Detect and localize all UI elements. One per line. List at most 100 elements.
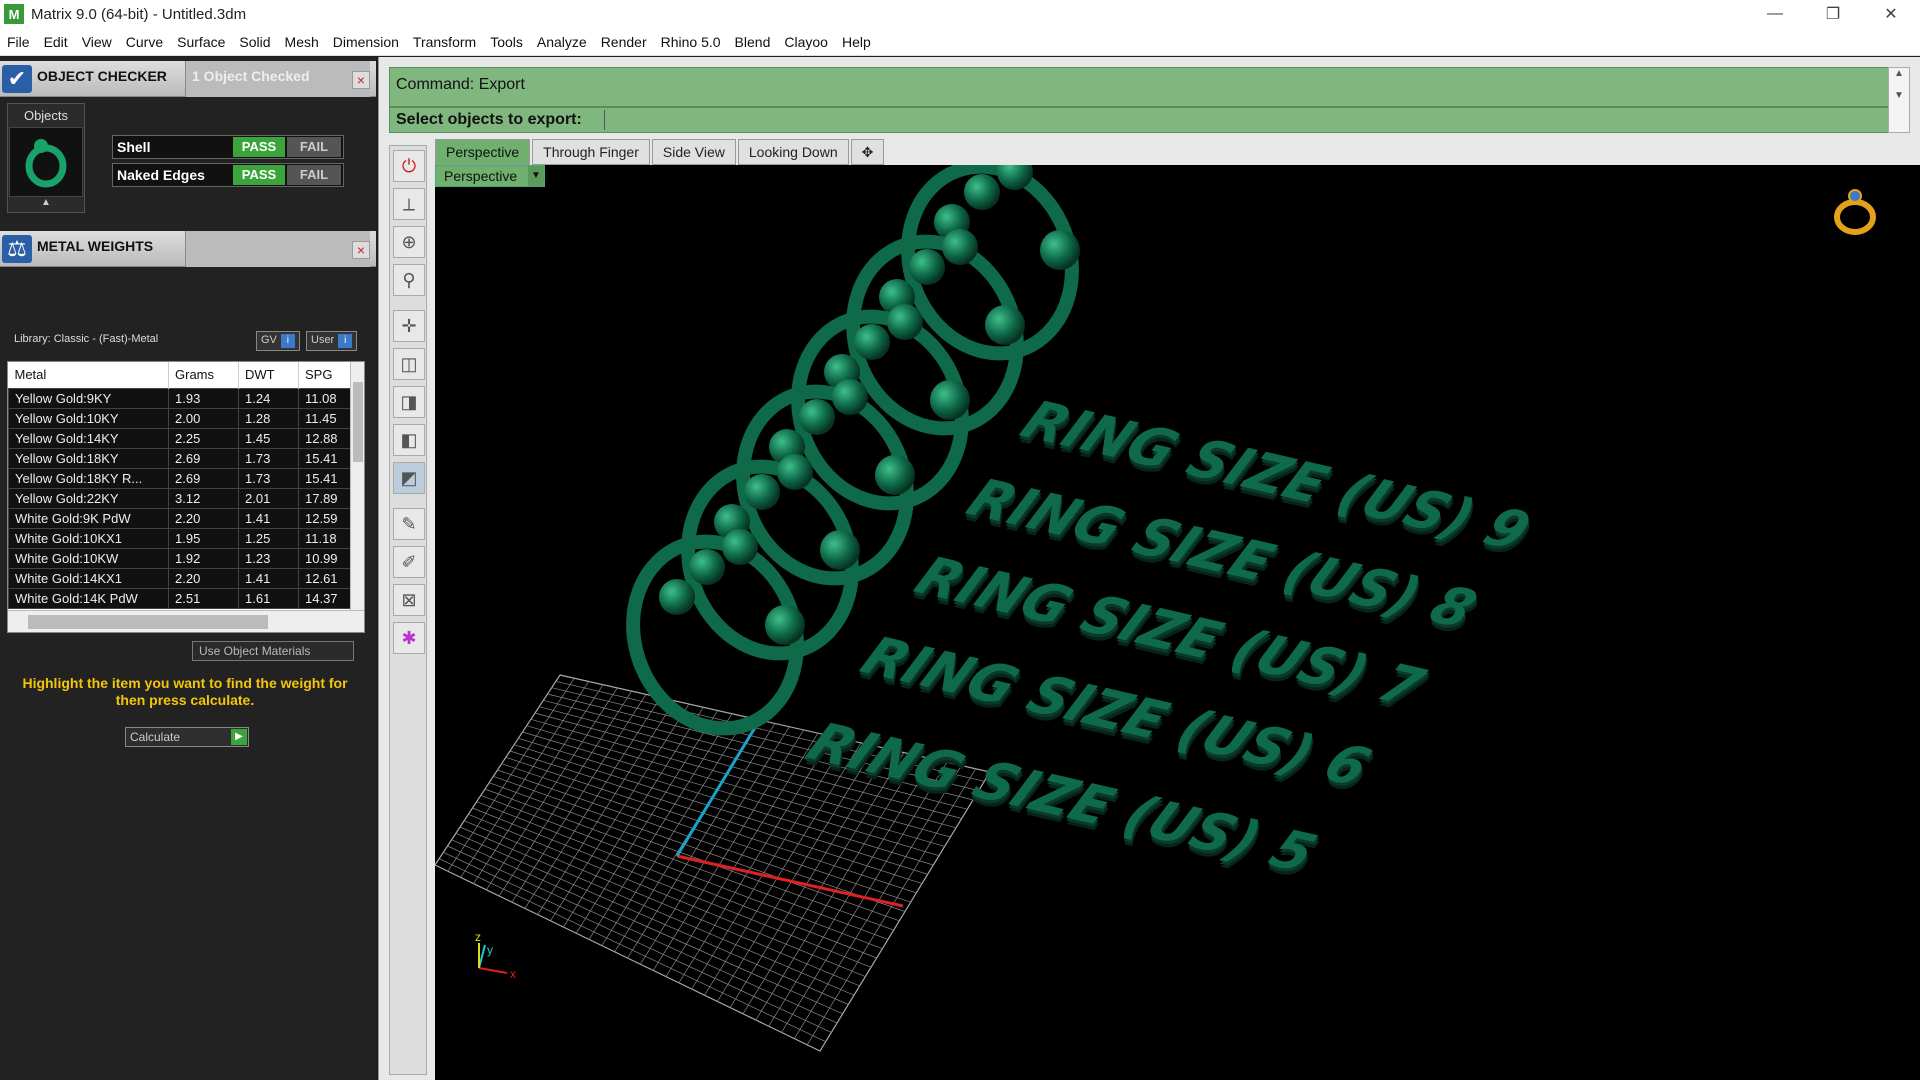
title-bar: M Matrix 9.0 (64-bit) - Untitled.3dm — ❐… (0, 0, 1920, 28)
table-row[interactable]: White Gold:10KW 1.92 1.23 10.99 (8, 547, 353, 569)
table-cell: Yellow Gold:9KY (8, 387, 169, 409)
left-panel: ✔ OBJECT CHECKER 1 Object Checked × Obje… (0, 57, 376, 1080)
tab-through-finger[interactable]: Through Finger (532, 139, 650, 165)
menu-file[interactable]: File (0, 34, 37, 50)
table-row[interactable]: White Gold:14K PdW 2.51 1.61 14.37 (8, 587, 353, 609)
table-cell: 12.61 (298, 567, 353, 589)
command-input[interactable] (604, 110, 1884, 130)
ring-bead (985, 305, 1025, 345)
table-row[interactable]: Yellow Gold:14KY 2.25 1.45 12.88 (8, 427, 353, 449)
menu-edit[interactable]: Edit (37, 34, 75, 50)
ring-logo-icon (1829, 183, 1885, 244)
3d-viewport[interactable]: Perspective ▼ x y z RING SIZE (US) 9 RIN… (435, 165, 1920, 1080)
table-cell: 1.28 (238, 407, 299, 429)
column-header-grams[interactable]: Grams (168, 362, 239, 388)
menu-mesh[interactable]: Mesh (278, 34, 326, 50)
table-cell: 15.41 (298, 467, 353, 489)
tab-looking-down[interactable]: Looking Down (737, 139, 849, 165)
chevron-up-icon[interactable]: ▲ (8, 197, 84, 208)
pin-icon[interactable]: ✎ (393, 508, 425, 540)
checkmark-icon: ✔ (2, 65, 32, 93)
menu-rhino[interactable]: Rhino 5.0 (654, 34, 728, 50)
horizontal-scrollbar[interactable] (8, 610, 364, 632)
use-object-materials-button[interactable]: Use Object Materials (192, 641, 354, 661)
scroll-thumb[interactable] (353, 382, 363, 462)
metal-weights-close-button[interactable]: × (352, 241, 370, 259)
menu-analyze[interactable]: Analyze (530, 34, 594, 50)
globe-icon[interactable]: ⊕ (393, 226, 425, 258)
cube-front-icon[interactable]: ◨ (393, 386, 425, 418)
gumball-icon[interactable]: ⚲ (393, 264, 425, 296)
menu-transform[interactable]: Transform (406, 34, 483, 50)
fail-badge: FAIL (287, 137, 341, 157)
menu-dimension[interactable]: Dimension (326, 34, 406, 50)
pass-badge: PASS (233, 137, 285, 157)
plugin-gear-icon[interactable]: ✱ (393, 622, 425, 654)
table-row[interactable]: Yellow Gold:18KY 2.69 1.73 15.41 (8, 447, 353, 469)
calculate-button[interactable]: Calculate ▶ (125, 727, 249, 747)
metal-weights-header: ⚖ METAL WEIGHTS × (0, 231, 376, 267)
menu-blend[interactable]: Blend (728, 34, 778, 50)
table-cell: 10.99 (298, 547, 353, 569)
window-title: Matrix 9.0 (64-bit) - Untitled.3dm (31, 5, 247, 23)
pan-icon[interactable]: ✛ (393, 310, 425, 342)
table-cell: 3.12 (168, 487, 239, 509)
table-cell: 1.25 (238, 527, 299, 549)
table-cell: 12.59 (298, 507, 353, 529)
tab-perspective[interactable]: Perspective (435, 139, 531, 165)
table-row[interactable]: White Gold:14KX1 2.20 1.41 12.61 (8, 567, 353, 589)
scale-icon: ⚖ (2, 235, 32, 263)
menu-curve[interactable]: Curve (119, 34, 170, 50)
ring-bead (820, 530, 860, 570)
add-tab-icon[interactable]: ✥ (850, 139, 885, 165)
table-row[interactable]: Yellow Gold:22KY 3.12 2.01 17.89 (8, 487, 353, 509)
close-button[interactable]: ✕ (1862, 0, 1920, 28)
column-header-dwt[interactable]: DWT (238, 362, 299, 388)
command-scrollbar[interactable]: ▲ ▼ (1888, 67, 1910, 133)
table-row[interactable]: White Gold:9K PdW 2.20 1.41 12.59 (8, 507, 353, 529)
column-header-metal[interactable]: Metal (8, 362, 169, 388)
vertical-scrollbar[interactable] (350, 362, 364, 610)
restore-button[interactable]: ❐ (1804, 0, 1862, 28)
tab-side-view[interactable]: Side View (651, 139, 736, 165)
cube-perspective-icon[interactable]: ◩ (393, 462, 425, 494)
table-cell: 2.69 (168, 467, 239, 489)
user-toggle[interactable]: User i (306, 331, 358, 351)
stop-icon[interactable]: ⏻ (393, 150, 425, 182)
ring-bead (722, 529, 758, 565)
object-checker-title: OBJECT CHECKER (37, 68, 167, 84)
table-row[interactable]: White Gold:10KX1 1.95 1.25 11.18 (8, 527, 353, 549)
axis-x-label: x (510, 967, 516, 981)
command-prompt-label: Select objects to export: (396, 111, 582, 128)
cube-side-icon[interactable]: ◧ (393, 424, 425, 456)
check-row-shell: Shell PASS FAIL (112, 135, 344, 159)
info-icon[interactable]: i (280, 334, 295, 348)
table-row[interactable]: Yellow Gold:9KY 1.93 1.24 11.08 (8, 387, 353, 409)
info-icon[interactable]: i (338, 334, 353, 348)
ring-bead (854, 324, 890, 360)
cube-view-icon[interactable]: ◫ (393, 348, 425, 380)
menu-tools[interactable]: Tools (483, 34, 530, 50)
menu-surface[interactable]: Surface (170, 34, 232, 50)
column-header-spg[interactable]: SPG (298, 362, 353, 388)
menu-bar: File Edit View Curve Surface Solid Mesh … (0, 28, 1920, 56)
table-row[interactable]: Yellow Gold:10KY 2.00 1.28 11.45 (8, 407, 353, 429)
object-checker-header: ✔ OBJECT CHECKER 1 Object Checked × (0, 61, 376, 97)
menu-solid[interactable]: Solid (232, 34, 277, 50)
table-cell: Yellow Gold:14KY (8, 427, 169, 449)
menu-view[interactable]: View (75, 34, 119, 50)
menu-render[interactable]: Render (594, 34, 654, 50)
axis-y-label: y (487, 943, 493, 957)
menu-help[interactable]: Help (835, 34, 878, 50)
gv-toggle[interactable]: GV i (256, 331, 300, 351)
scroll-thumb[interactable] (28, 615, 268, 629)
object-checker-close-button[interactable]: × (352, 71, 370, 89)
axes-icon[interactable]: ⟂ (393, 188, 425, 220)
objects-thumbnail-box[interactable]: Objects ▲ (7, 103, 85, 213)
app-logo-icon: M (4, 4, 24, 24)
table-row[interactable]: Yellow Gold:18KY R... 2.69 1.73 15.41 (8, 467, 353, 489)
zoom-extents-icon[interactable]: ⊠ (393, 584, 425, 616)
minimize-button[interactable]: — (1746, 0, 1804, 28)
multi-pin-icon[interactable]: ✐ (393, 546, 425, 578)
menu-clayoo[interactable]: Clayoo (777, 34, 835, 50)
